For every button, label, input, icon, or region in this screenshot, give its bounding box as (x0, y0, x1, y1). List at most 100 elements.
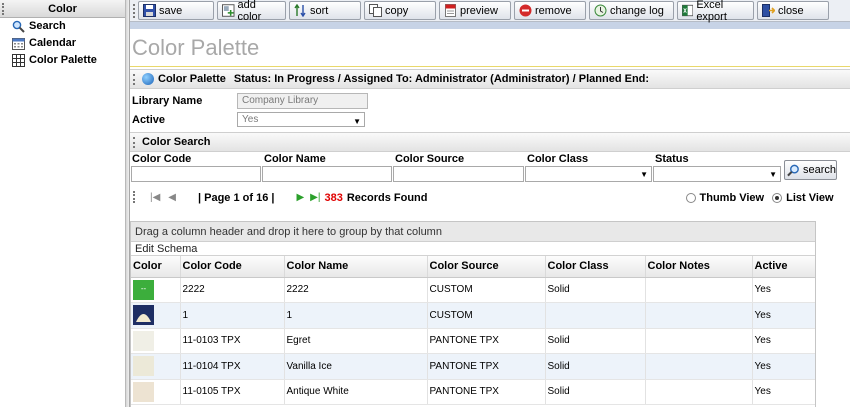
active-value: Yes (242, 114, 259, 125)
color-code-cell: 1 (180, 302, 285, 329)
color-cell (131, 353, 181, 380)
column-header-color-name[interactable]: Color Name (284, 256, 428, 278)
color-source-cell: PANTONE TPX (427, 328, 546, 354)
excel-export-label: Excel export (696, 0, 727, 23)
color-cell (131, 328, 181, 354)
toolbar: save add color sort copy preview remove … (130, 0, 850, 23)
active-cell: Yes (752, 277, 815, 303)
color-search-form: Color Code Color Name Color Source Color… (130, 152, 850, 184)
table-row[interactable]: 11-0103 TPX Egret PANTONE TPX Solid Yes (131, 328, 815, 354)
color-class-label: Color Class (527, 153, 589, 165)
change-log-label: change log (610, 4, 664, 17)
grip-handle[interactable] (133, 136, 135, 148)
list-view-radio[interactable] (772, 192, 783, 203)
close-button[interactable]: close (757, 1, 829, 20)
active-label: Active (132, 113, 166, 126)
search-icon (12, 20, 25, 33)
pdf-icon (445, 4, 456, 17)
records-label: Records Found (346, 191, 428, 204)
library-label: Library Name (132, 94, 203, 107)
color-class-select[interactable]: ▼ (525, 166, 652, 182)
page-indicator: | Page 1 of 16 | (198, 191, 275, 204)
color-name-input[interactable] (262, 166, 392, 182)
active-cell: Yes (752, 379, 815, 405)
excel-export-button[interactable]: Excel export (677, 0, 754, 23)
edit-schema-link[interactable]: Edit Schema (131, 242, 815, 256)
color-code-input[interactable] (131, 166, 261, 182)
column-header-color-source[interactable]: Color Source (427, 256, 546, 278)
color-name-cell: Vanilla Ice (284, 353, 428, 380)
group-drop-zone[interactable]: Drag a column header and drop it here to… (131, 222, 815, 242)
thumb-view-radio[interactable] (685, 192, 696, 203)
status-label: Status (655, 153, 689, 165)
preview-label: preview (460, 4, 498, 17)
dropdown-arrow-icon: ▼ (353, 117, 361, 126)
change-log-button[interactable]: change log (589, 1, 674, 20)
save-button[interactable]: save (138, 1, 214, 20)
table-row[interactable]: 11-0105 TPX Antique White PANTONE TPX So… (131, 379, 815, 405)
copy-button[interactable]: copy (364, 1, 436, 20)
close-icon (762, 4, 775, 17)
save-label: save (159, 4, 183, 17)
column-header-color[interactable]: Color (131, 256, 181, 278)
nav-item-calendar[interactable]: Calendar (0, 35, 125, 52)
status-select[interactable]: ▼ (653, 166, 781, 182)
grip-handle[interactable] (133, 4, 135, 18)
column-header-color-code[interactable]: Color Code (180, 256, 285, 278)
grip-handle[interactable] (133, 73, 135, 85)
color-swatch[interactable] (133, 381, 154, 402)
active-row: Active Yes ▼ (130, 110, 850, 129)
table-row[interactable]: 1 1 CUSTOM Yes (131, 302, 815, 329)
color-cell (131, 379, 181, 405)
color-class-cell: Solid (545, 277, 646, 303)
right-gutter (816, 221, 850, 407)
color-notes-cell (645, 328, 753, 354)
color-swatch[interactable]: -- (133, 279, 154, 300)
library-name-field[interactable]: Company Library (237, 92, 368, 109)
dropdown-arrow-icon: ▼ (640, 170, 648, 179)
color-notes-cell (645, 353, 753, 380)
table-row[interactable]: -- 2222 2222 CUSTOM Solid Yes (131, 277, 815, 303)
remove-icon (519, 4, 532, 17)
nav-item-label: Color Palette (29, 54, 97, 66)
color-source-input[interactable] (393, 166, 524, 182)
color-code-cell: 11-0104 TPX (180, 353, 285, 380)
main-panel: save add color sort copy preview remove … (130, 0, 850, 407)
dropdown-arrow-icon: ▼ (769, 170, 777, 179)
status-text: Status: In Progress / Assigned To: Admin… (233, 73, 650, 85)
next-page-icon[interactable]: ▶ (296, 192, 304, 203)
nav-item-color-palette[interactable]: Color Palette (0, 52, 125, 69)
color-name-cell: Antique White (284, 379, 428, 405)
remove-button[interactable]: remove (514, 1, 586, 20)
remove-label: remove (535, 4, 572, 17)
preview-button[interactable]: preview (439, 1, 511, 20)
nav-title: Color (48, 3, 77, 15)
color-swatch[interactable] (133, 330, 154, 351)
active-cell: Yes (752, 353, 815, 380)
palette-header: Color Palette Status: In Progress / Assi… (130, 69, 850, 89)
grip-handle[interactable] (2, 3, 4, 15)
active-select[interactable]: Yes ▼ (237, 112, 365, 127)
color-name-cell: 2222 (284, 277, 428, 303)
color-search-header: Color Search (130, 132, 850, 152)
nav-item-search[interactable]: Search (0, 18, 125, 35)
add-color-button[interactable]: add color (217, 0, 286, 23)
table-row[interactable]: 11-0104 TPX Vanilla Ice PANTONE TPX Soli… (131, 353, 815, 380)
last-page-icon[interactable]: ▶| (310, 192, 320, 203)
color-swatch[interactable] (133, 356, 154, 377)
nav-item-label: Calendar (29, 37, 77, 49)
first-page-icon[interactable]: |◀ (150, 192, 160, 203)
color-name-cell: Egret (284, 328, 428, 354)
color-swatch[interactable] (133, 305, 154, 326)
color-search-title: Color Search (142, 136, 211, 148)
globe-icon (142, 73, 154, 85)
column-header-active[interactable]: Active (752, 256, 815, 278)
column-header-color-notes[interactable]: Color Notes (645, 256, 753, 278)
close-label: close (778, 4, 804, 17)
sort-button[interactable]: sort (289, 1, 361, 20)
sort-icon (294, 4, 306, 17)
grip-handle[interactable] (133, 191, 135, 203)
column-header-color-class[interactable]: Color Class (545, 256, 646, 278)
search-button[interactable]: search (784, 160, 837, 180)
prev-page-icon[interactable]: ◀ (168, 192, 176, 203)
